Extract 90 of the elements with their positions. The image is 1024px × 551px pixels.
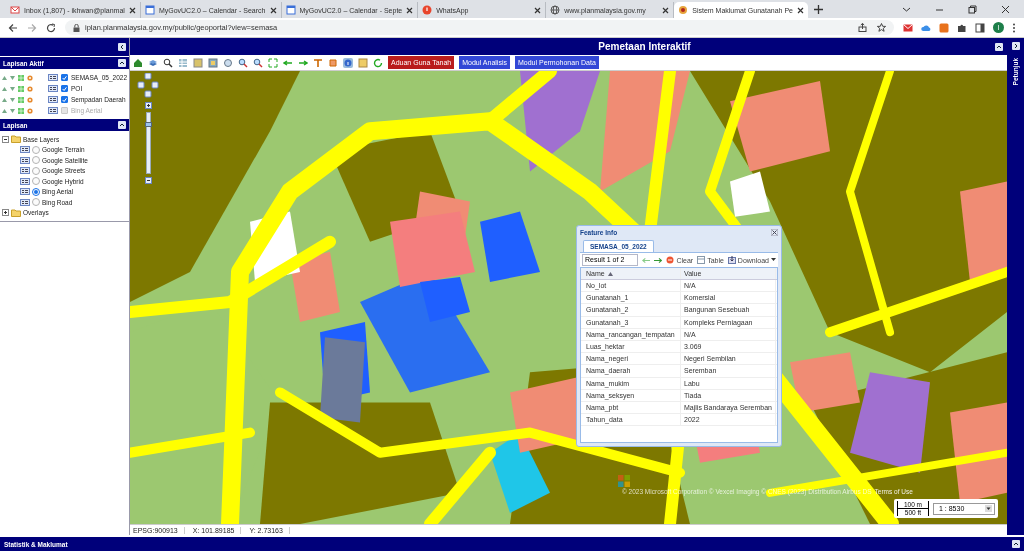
- up-arrow-icon[interactable]: [2, 75, 7, 80]
- pan-control-icon[interactable]: [137, 73, 159, 99]
- checkbox[interactable]: [61, 96, 68, 103]
- legend-icon[interactable]: [20, 177, 30, 185]
- side-panel-icon[interactable]: [975, 22, 985, 33]
- download-icon: [727, 256, 736, 264]
- up-arrow-icon[interactable]: [2, 86, 7, 91]
- mail-icon[interactable]: [903, 22, 913, 33]
- zoom-in-icon[interactable]: [238, 57, 248, 68]
- mail-icon: [10, 5, 20, 15]
- close-icon[interactable]: [1001, 5, 1010, 14]
- close-icon[interactable]: [406, 6, 414, 14]
- share-icon[interactable]: [858, 23, 867, 32]
- lock-icon: [73, 23, 80, 32]
- down-arrow-icon[interactable]: [10, 108, 15, 113]
- legend-icon[interactable]: [48, 74, 58, 81]
- close-icon[interactable]: [797, 6, 804, 14]
- legend-icon[interactable]: [20, 198, 30, 206]
- circle-icon[interactable]: [223, 57, 233, 68]
- folder-icon: [11, 135, 21, 144]
- calendar-icon: [144, 5, 155, 15]
- star-icon[interactable]: [877, 23, 886, 32]
- caret-icon: [985, 505, 992, 512]
- plus-icon[interactable]: [814, 5, 823, 14]
- radio-button[interactable]: [32, 198, 40, 207]
- legend-icon[interactable]: [20, 167, 30, 175]
- legend-icon[interactable]: [20, 146, 30, 154]
- close-icon[interactable]: [771, 228, 778, 236]
- expand-icon[interactable]: [1011, 42, 1020, 50]
- reload-icon[interactable]: [46, 22, 56, 33]
- legend-icon[interactable]: [48, 96, 58, 103]
- folder-icon: [11, 208, 21, 217]
- info-icon[interactable]: [343, 57, 353, 68]
- collapse-icon[interactable]: [118, 59, 126, 67]
- ruler-icon[interactable]: [313, 57, 323, 68]
- zoom-slider[interactable]: [145, 112, 151, 174]
- right-arrow-icon[interactable]: [654, 256, 663, 264]
- checkbox[interactable]: [61, 85, 68, 92]
- square-icon[interactable]: [939, 22, 949, 33]
- down-arrow-icon[interactable]: [10, 97, 15, 102]
- down-arrow-icon[interactable]: [10, 86, 15, 91]
- chat-icon: [422, 5, 433, 15]
- four-squares-icon: [618, 475, 630, 487]
- panel-title: Pemetaan Interaktif: [598, 41, 691, 52]
- magnifier-icon[interactable]: [163, 57, 173, 68]
- radio-button[interactable]: [32, 187, 40, 196]
- down-arrow-icon[interactable]: [10, 75, 15, 80]
- close-icon[interactable]: [662, 6, 670, 14]
- layers-icon[interactable]: [148, 57, 158, 68]
- more-icon[interactable]: [1012, 22, 1016, 33]
- restore-icon[interactable]: [968, 5, 977, 14]
- up-arrow-icon[interactable]: [2, 97, 7, 102]
- legend-icon[interactable]: [48, 85, 58, 92]
- zoom-out-icon[interactable]: [253, 57, 263, 68]
- forward-arrow-icon: [27, 22, 37, 33]
- minus-box-icon[interactable]: [2, 135, 9, 143]
- close-icon[interactable]: [534, 6, 542, 14]
- slider-thumb[interactable]: [144, 122, 152, 127]
- radio-button[interactable]: [32, 166, 40, 175]
- globe-icon: [550, 5, 561, 15]
- legend-icon[interactable]: [48, 107, 58, 114]
- plus-box-icon[interactable]: [2, 209, 9, 217]
- collapse-icon[interactable]: [118, 121, 126, 129]
- right-arrow-icon[interactable]: [298, 57, 308, 68]
- expand-icon[interactable]: [1012, 540, 1020, 548]
- clear-icon: [666, 256, 675, 264]
- close-icon[interactable]: [269, 6, 277, 14]
- radio-button[interactable]: [32, 177, 40, 186]
- collapse-icon[interactable]: [995, 42, 1003, 51]
- radio-button[interactable]: [32, 156, 40, 165]
- collapse-left-icon[interactable]: [118, 43, 126, 51]
- zoom-out-icon[interactable]: [144, 177, 152, 184]
- legend-icon[interactable]: [20, 156, 30, 164]
- cloud-icon[interactable]: [921, 22, 931, 33]
- refresh-icon[interactable]: [373, 57, 383, 68]
- table-icon: [697, 256, 706, 264]
- calendar-icon: [285, 5, 296, 15]
- caret-icon: [771, 258, 776, 262]
- radio-button[interactable]: [32, 145, 40, 154]
- left-arrow-icon[interactable]: [283, 57, 293, 68]
- legend-icon[interactable]: [20, 188, 30, 196]
- area-icon[interactable]: [328, 57, 338, 68]
- back-arrow-icon[interactable]: [8, 22, 18, 33]
- close-icon[interactable]: [128, 6, 136, 14]
- checkbox[interactable]: [61, 74, 68, 81]
- emblem-icon: [678, 5, 689, 15]
- zoom-in-icon[interactable]: [144, 102, 152, 109]
- chevron-down-icon[interactable]: [902, 5, 911, 14]
- up-arrow-icon[interactable]: [2, 108, 7, 113]
- home-icon[interactable]: [133, 57, 143, 68]
